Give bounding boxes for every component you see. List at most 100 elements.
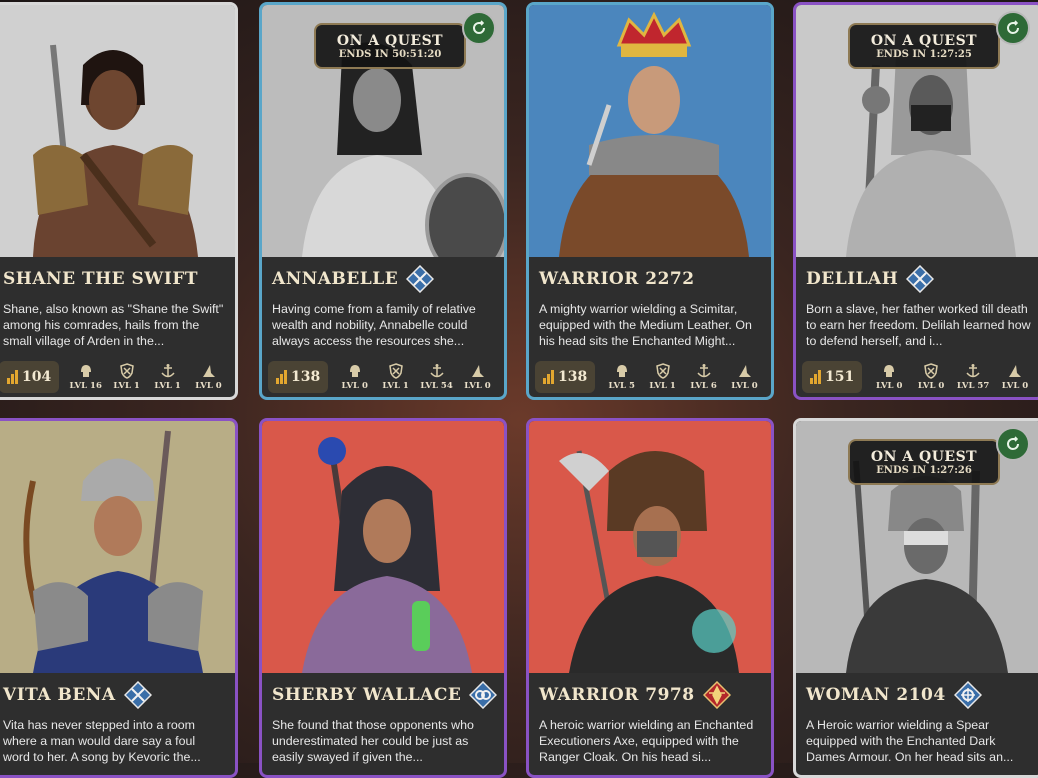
skill-combat: LVL 16 <box>65 363 106 391</box>
skill-level: LVL 6 <box>690 381 717 391</box>
anchor-icon <box>161 364 175 378</box>
combat-helm-icon <box>616 365 627 377</box>
hero-card[interactable]: ON A QUEST ENDS IN 50:51:20 Annabelle Ha… <box>259 2 507 400</box>
skill-level: LVL 1 <box>113 381 140 391</box>
warrior-class-icon <box>702 681 731 709</box>
quest-banner: ON A QUEST ENDS IN 1:27:25 <box>848 23 1000 69</box>
shield-icon <box>655 363 670 379</box>
quest-banner: ON A QUEST ENDS IN 50:51:20 <box>314 23 466 69</box>
quest-timer: ENDS IN 50:51:20 <box>338 48 442 60</box>
hero-card[interactable]: ON A QUEST ENDS IN 1:27:25 Delilah Born … <box>793 2 1038 400</box>
shield-icon <box>924 363 938 379</box>
combat-helm-icon <box>884 365 895 377</box>
combat-helm-icon <box>349 365 360 377</box>
hero-stats: 151 LVL 0 LVL 0 LVL 57 LVL 0 <box>796 355 1038 397</box>
hero-portrait <box>0 421 235 673</box>
anchor-icon <box>966 364 980 378</box>
quest-timer: ENDS IN 1:27:26 <box>876 464 972 476</box>
anchor-icon <box>697 364 711 378</box>
skill-defense: LVL 0 <box>910 363 952 391</box>
hero-description: Born a slave, her father worked till dea… <box>806 302 1031 348</box>
warrior-7978-portrait-art <box>529 421 771 673</box>
hero-card[interactable]: Vita Bena Vita has never stepped into a … <box>0 418 238 778</box>
skill-combat: LVL 0 <box>334 363 375 391</box>
hero-stats: 104 LVL 16 LVL 1 LVL 1 LVL 0 <box>0 355 235 397</box>
skill-magic: LVL 0 <box>457 363 498 391</box>
skill-magic: LVL 0 <box>724 363 765 391</box>
skill-sailing: LVL 57 <box>952 363 994 391</box>
power-value: 104 <box>22 369 52 385</box>
skill-sailing: LVL 54 <box>416 363 457 391</box>
power-badge: 138 <box>535 361 596 393</box>
skill-level: LVL 0 <box>731 381 758 391</box>
skill-defense: LVL 1 <box>375 363 416 391</box>
skill-level: LVL 54 <box>420 381 453 391</box>
skill-level: LVL 0 <box>195 381 222 391</box>
wizard-hat-icon <box>738 365 751 377</box>
sherby-wallace-portrait-art <box>262 421 504 673</box>
hero-stats: 138 LVL 5 LVL 1 LVL 6 LVL 0 <box>529 355 771 397</box>
rogue-class-icon <box>123 681 152 709</box>
power-bars-icon <box>810 370 821 384</box>
hero-description: Having come from a family of relative we… <box>272 302 476 348</box>
skill-level: LVL 57 <box>956 381 990 391</box>
hero-card[interactable]: Sherby Wallace She found that those oppo… <box>259 418 507 778</box>
wizard-hat-icon <box>202 365 215 377</box>
power-badge: 151 <box>802 361 863 393</box>
hero-card[interactable]: Warrior 2272 A mighty warrior wielding a… <box>526 2 774 400</box>
power-bars-icon <box>276 370 287 384</box>
hero-name: Warrior 7978 <box>539 685 695 705</box>
skill-level: LVL 0 <box>464 381 491 391</box>
skill-level: LVL 0 <box>875 381 903 391</box>
shield-icon <box>119 363 134 379</box>
hero-stats: 138 LVL 0 LVL 1 LVL 54 LVL 0 <box>262 355 504 397</box>
hero-name: Delilah <box>806 269 899 289</box>
skill-magic: LVL 0 <box>188 363 229 391</box>
hero-description: She found that those opponents who under… <box>272 718 474 764</box>
wizard-hat-icon <box>1009 365 1022 377</box>
quest-refresh-icon[interactable] <box>996 427 1030 461</box>
quest-banner: ON A QUEST ENDS IN 1:27:26 <box>848 439 1000 485</box>
skill-combat: LVL 5 <box>601 363 642 391</box>
skill-level: LVL 0 <box>341 381 368 391</box>
skill-defense: LVL 1 <box>106 363 147 391</box>
quest-title: ON A QUEST <box>870 32 978 49</box>
vita-bena-portrait-art <box>0 421 235 673</box>
quest-refresh-icon[interactable] <box>462 11 496 45</box>
quest-refresh-icon[interactable] <box>996 11 1030 45</box>
hero-name: Woman 2104 <box>806 685 946 705</box>
hero-description: Shane, also known as "Shane the Swift" a… <box>3 302 224 348</box>
wizard-hat-icon <box>471 365 484 377</box>
power-badge: 104 <box>0 361 60 393</box>
hero-description: A Heroic warrior wielding a Spear equipp… <box>806 718 1014 764</box>
rogue-class-icon <box>906 265 935 293</box>
hero-card[interactable]: ON A QUEST ENDS IN 1:27:26 Woman 2104 A … <box>793 418 1038 778</box>
hero-name: Sherby Wallace <box>272 685 462 705</box>
skill-level: LVL 1 <box>382 381 409 391</box>
quest-timer: ENDS IN 1:27:25 <box>876 48 972 60</box>
hero-name: Annabelle <box>272 269 399 289</box>
hero-name: Warrior 2272 <box>539 269 695 289</box>
hero-description: A heroic warrior wielding an Enchanted E… <box>539 718 754 764</box>
power-value: 138 <box>558 369 588 385</box>
power-value: 151 <box>825 369 855 385</box>
hero-portrait <box>262 421 504 673</box>
anchor-icon <box>430 364 444 378</box>
quest-title: ON A QUEST <box>870 448 978 465</box>
warrior-2272-portrait-art <box>529 5 771 257</box>
hero-portrait: ON A QUEST ENDS IN 50:51:20 <box>262 5 504 257</box>
shane-portrait-art <box>0 5 235 257</box>
quest-title: ON A QUEST <box>336 32 444 49</box>
mage-class-icon <box>469 681 498 709</box>
hero-description: A mighty warrior wielding a Scimitar, eq… <box>539 302 752 348</box>
hero-portrait: ON A QUEST ENDS IN 1:27:26 <box>796 421 1038 673</box>
mage-wheel-class-icon <box>953 681 982 709</box>
skill-level: LVL 1 <box>649 381 676 391</box>
shield-icon <box>388 363 403 379</box>
skill-sailing: LVL 1 <box>147 363 188 391</box>
power-value: 138 <box>291 369 321 385</box>
hero-card[interactable]: Warrior 7978 A heroic warrior wielding a… <box>526 418 774 778</box>
hero-card[interactable]: Shane the Swift Shane, also known as "Sh… <box>0 2 238 400</box>
skill-level: LVL 0 <box>917 381 945 391</box>
skill-sailing: LVL 6 <box>683 363 724 391</box>
